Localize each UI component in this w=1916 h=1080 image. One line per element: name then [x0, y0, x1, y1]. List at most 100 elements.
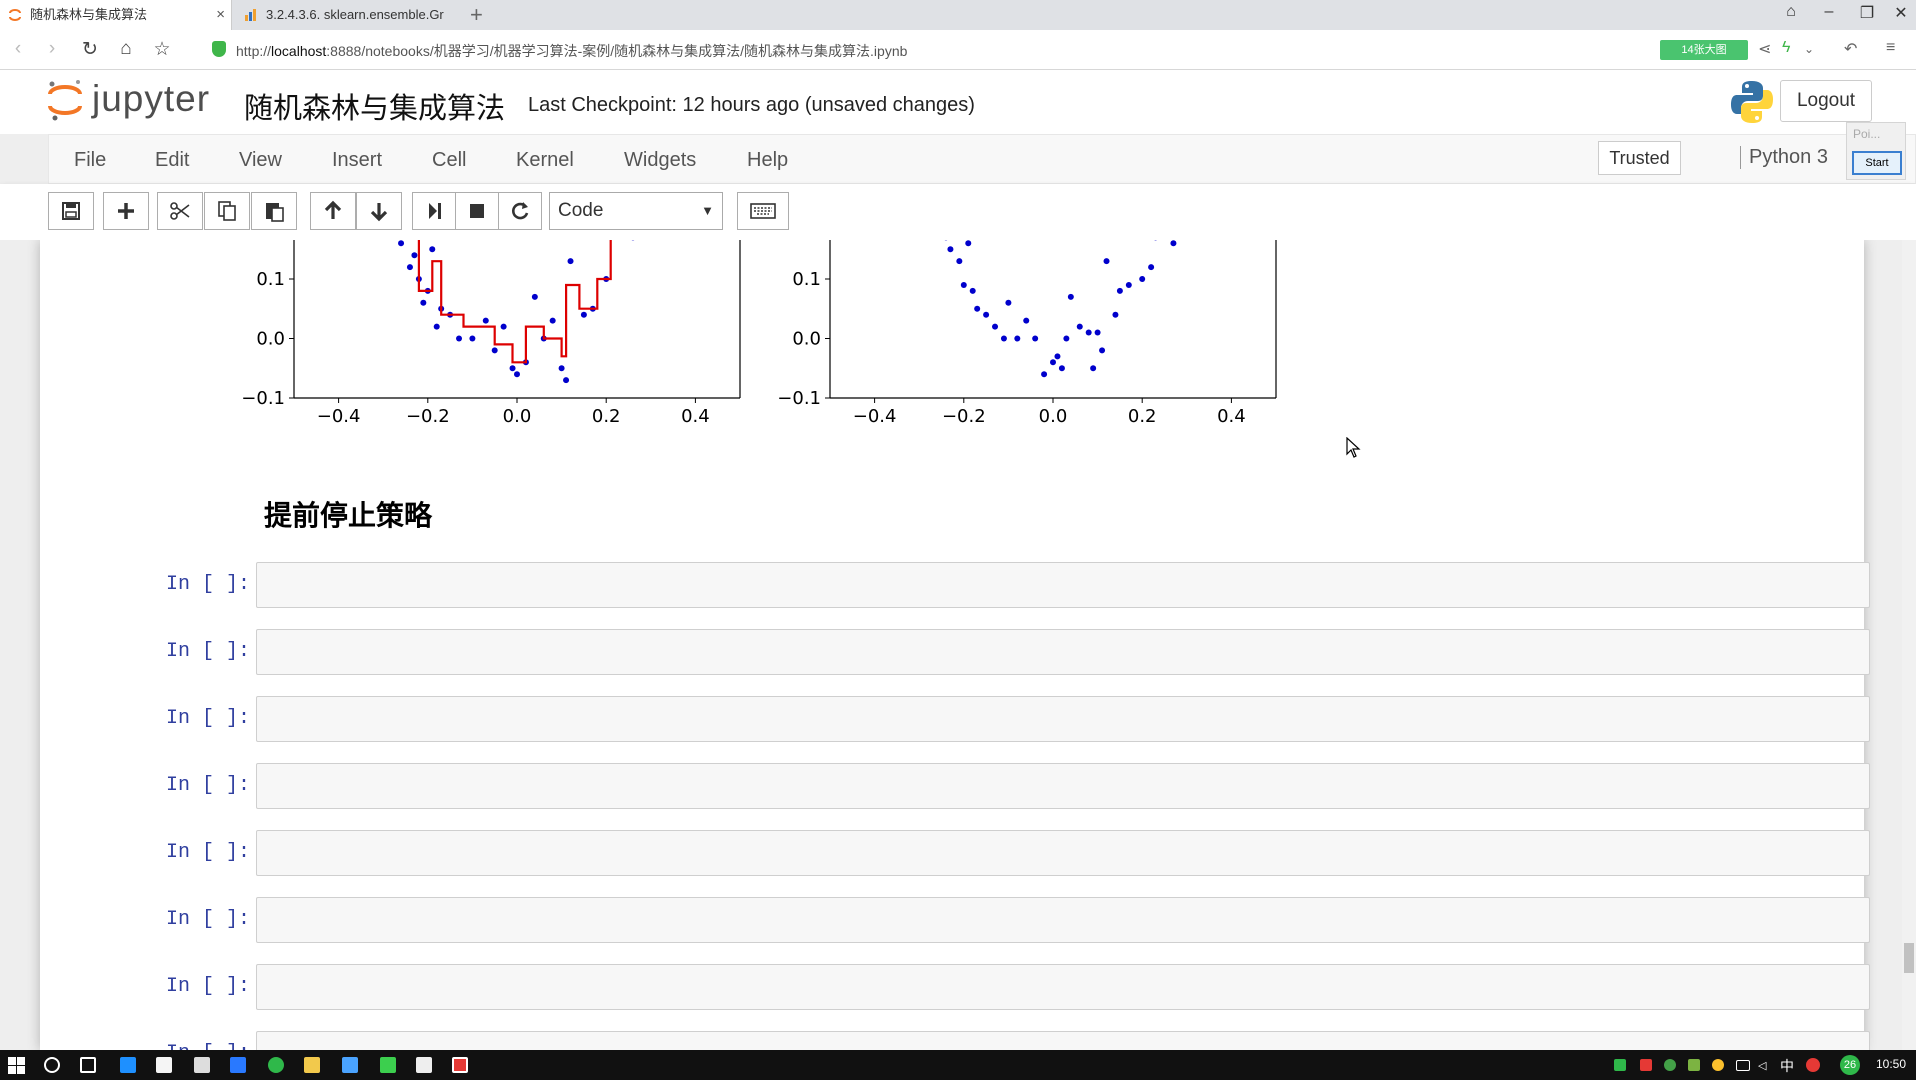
tray-icon[interactable]	[1614, 1059, 1626, 1071]
windows-start-icon[interactable]	[8, 1057, 25, 1074]
code-cell-input[interactable]	[256, 897, 1870, 943]
store-icon[interactable]	[156, 1057, 172, 1073]
lightning-icon[interactable]: ϟ	[1782, 39, 1790, 57]
popup-start-button[interactable]: Start	[1852, 151, 1902, 175]
kernel-name[interactable]: Python 3	[1740, 146, 1828, 169]
reload-icon[interactable]: ↻	[76, 38, 104, 61]
data-point	[1023, 317, 1030, 324]
jupyter-logo-icon[interactable]	[46, 78, 84, 122]
interrupt-button[interactable]	[455, 192, 499, 230]
menu-kernel[interactable]: Kernel	[516, 149, 574, 172]
code-cell-input[interactable]	[256, 830, 1870, 876]
wechat-icon[interactable]	[268, 1057, 284, 1073]
copy-icon	[218, 201, 236, 221]
share-icon[interactable]: ⋖	[1758, 39, 1771, 59]
code-cell-input[interactable]	[256, 562, 1870, 608]
data-point	[1076, 323, 1083, 330]
chevron-down-icon[interactable]: ⌄	[1804, 42, 1814, 56]
volume-icon[interactable]: ◁	[1758, 1059, 1770, 1072]
back-icon[interactable]: ‹	[4, 38, 32, 60]
menu-help[interactable]: Help	[747, 149, 788, 172]
tray-icon[interactable]	[1688, 1059, 1700, 1071]
data-point	[1125, 281, 1132, 288]
forward-icon[interactable]: ›	[38, 38, 66, 60]
menu-view[interactable]: View	[239, 149, 282, 172]
tab-close-icon[interactable]: ×	[216, 0, 225, 30]
url-field[interactable]: http://localhost:8888/notebooks/机器学习/机器学…	[236, 41, 907, 61]
home-icon[interactable]: ⌂	[112, 38, 140, 60]
notification-badge-icon[interactable]: 26	[1840, 1055, 1860, 1075]
copy-button[interactable]	[204, 192, 250, 230]
data-point	[514, 371, 520, 378]
x-tick-label: 0.4	[681, 406, 710, 427]
browser-active-icon[interactable]	[452, 1057, 468, 1073]
code-cell-input[interactable]	[256, 629, 1870, 675]
run-button[interactable]	[412, 192, 456, 230]
app-icon[interactable]	[380, 1057, 396, 1073]
extension-badge[interactable]: 14张大图	[1660, 40, 1748, 60]
trusted-indicator[interactable]: Trusted	[1598, 141, 1681, 175]
sklearn-favicon-icon	[245, 9, 256, 21]
menu-insert[interactable]: Insert	[332, 149, 382, 172]
move-down-button[interactable]	[356, 192, 402, 230]
tray-icon[interactable]	[1640, 1059, 1652, 1071]
data-point	[1054, 353, 1061, 360]
restore-icon[interactable]: ❐	[1852, 3, 1882, 23]
save-button[interactable]	[48, 192, 94, 230]
edge-icon[interactable]	[120, 1057, 136, 1073]
code-cell-input[interactable]	[256, 964, 1870, 1010]
code-cell-input[interactable]	[256, 696, 1870, 742]
insert-cell-button[interactable]	[103, 192, 149, 230]
menu-widgets[interactable]: Widgets	[624, 149, 696, 172]
move-up-button[interactable]	[310, 192, 356, 230]
command-palette-button[interactable]	[737, 192, 789, 230]
mail-icon[interactable]	[194, 1057, 210, 1073]
logout-button[interactable]: Logout	[1780, 80, 1872, 122]
tray-icon[interactable]	[1664, 1059, 1676, 1071]
restart-button[interactable]	[498, 192, 542, 230]
data-point	[509, 365, 516, 372]
tab-active[interactable]: 随机森林与集成算法 ×	[0, 0, 232, 30]
code-cell-input[interactable]	[256, 763, 1870, 809]
menu-file[interactable]: File	[74, 149, 106, 172]
tab-title: 3.2.4.3.6. sklearn.ensemble.Gr	[266, 7, 444, 22]
security-shield-icon	[212, 41, 226, 57]
chart-panel-2: −0.4 −0.2 0.0 0.2 0.4 −0.1 0.0 0.1	[777, 240, 1277, 427]
data-point	[580, 311, 587, 318]
notebook-name[interactable]: 随机森林与集成算法	[244, 85, 505, 127]
task-view-icon[interactable]	[80, 1057, 96, 1073]
menu-edit[interactable]: Edit	[155, 149, 189, 172]
menu-cell[interactable]: Cell	[432, 149, 466, 172]
cortana-icon[interactable]	[44, 1057, 60, 1073]
data-point	[1058, 365, 1065, 372]
ime-indicator[interactable]: 中	[1780, 1056, 1794, 1076]
network-icon[interactable]	[1736, 1060, 1750, 1071]
tab-inactive[interactable]: 3.2.4.3.6. sklearn.ensemble.Gr	[236, 0, 464, 30]
jupyter-wordmark[interactable]: jupyter	[92, 78, 210, 120]
scrollbar[interactable]	[1902, 240, 1916, 1050]
cut-button[interactable]	[157, 192, 203, 230]
minimize-icon[interactable]: –	[1814, 3, 1844, 21]
data-point	[1148, 264, 1155, 271]
undo-icon[interactable]: ↶	[1844, 39, 1857, 59]
new-tab-button[interactable]: +	[470, 2, 483, 28]
close-window-icon[interactable]: ✕	[1886, 3, 1916, 23]
code-cell-input[interactable]	[256, 1031, 1870, 1050]
paste-button[interactable]	[251, 192, 297, 230]
scrollbar-thumb[interactable]	[1904, 943, 1914, 973]
shirt-skin-icon[interactable]: ⌂	[1776, 3, 1806, 21]
plus-icon	[118, 203, 134, 219]
cell-type-value: Code	[558, 200, 604, 221]
tray-icon[interactable]	[1712, 1059, 1724, 1071]
tray-icon[interactable]	[1806, 1058, 1820, 1072]
data-point	[558, 365, 565, 372]
data-point	[960, 281, 967, 288]
cell-type-select[interactable]: Code ▼	[549, 192, 723, 230]
app-icon[interactable]	[416, 1057, 432, 1073]
app-icon[interactable]	[230, 1057, 246, 1073]
menu-icon[interactable]: ≡	[1886, 39, 1895, 57]
file-explorer-icon[interactable]	[304, 1057, 320, 1073]
x-tick-label: −0.4	[317, 406, 361, 427]
app-icon[interactable]	[342, 1057, 358, 1073]
bookmark-star-icon[interactable]: ☆	[148, 38, 176, 61]
